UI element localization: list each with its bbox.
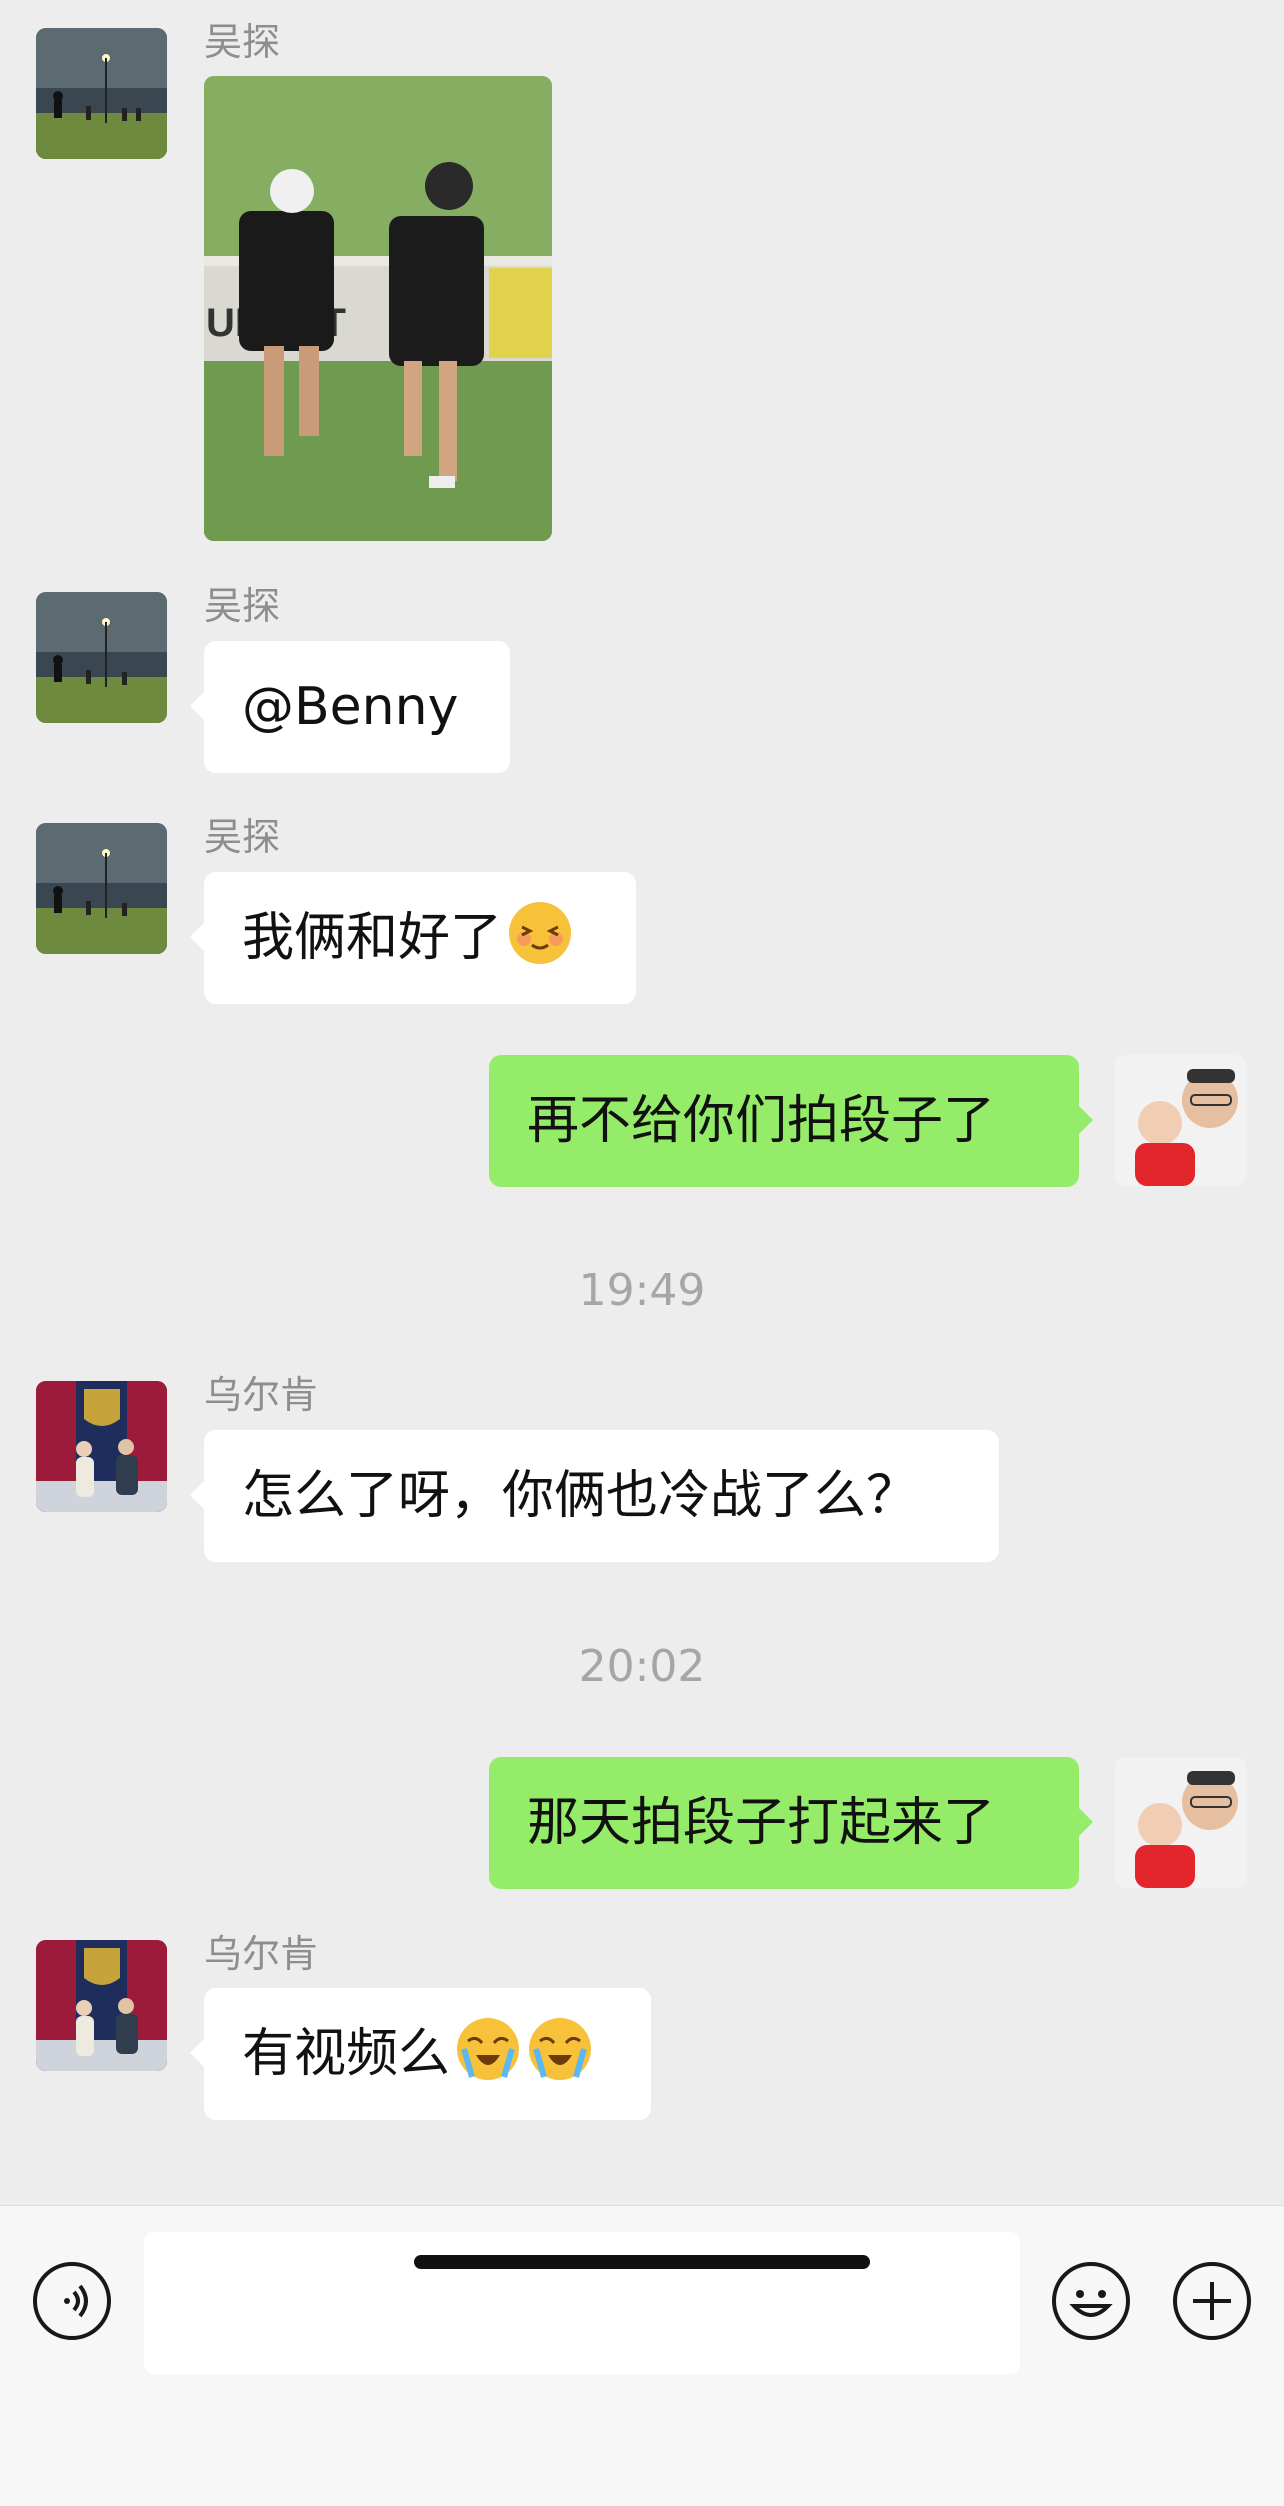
message-text: 有视频么 [242, 2024, 451, 2084]
timestamp: 20:02 [578, 1641, 706, 1692]
avatar-wutan[interactable] [36, 592, 167, 723]
emoji-picker-icon[interactable] [1052, 2262, 1130, 2340]
message-bubble[interactable]: 我俩和好了 [190, 872, 636, 1004]
own-message-bubble[interactable]: 再不给你们拍段子了 [489, 1055, 1093, 1187]
blushing-face-emoji-icon [506, 899, 574, 967]
sender-name: 吴探 [204, 815, 281, 859]
home-indicator[interactable] [414, 2255, 870, 2269]
sender-name: 乌尔肯 [204, 1932, 319, 1976]
loudly-crying-face-emoji-icon [454, 2015, 522, 2083]
message-input[interactable] [144, 2232, 1020, 2374]
message-text: 我俩和好了 [242, 908, 503, 968]
message-bubble[interactable]: 怎么了呀，你俩也冷战了么？ [190, 1430, 999, 1562]
timestamp: 19:49 [578, 1265, 706, 1316]
avatar-me[interactable] [1115, 1757, 1246, 1888]
sender-name: 吴探 [204, 20, 281, 64]
sender-name: 乌尔肯 [204, 1373, 319, 1417]
message-bubble[interactable]: @Benny [190, 641, 510, 773]
loudly-crying-face-emoji-icon [526, 2015, 594, 2083]
own-message-bubble[interactable]: 那天拍段子打起来了 [489, 1757, 1093, 1889]
voice-input-icon[interactable] [33, 2262, 111, 2340]
chat-input-bar [0, 2205, 1284, 2506]
message-bubble[interactable]: 有视频么 [190, 1988, 651, 2120]
avatar-wutan[interactable] [36, 823, 167, 954]
avatar-wutan[interactable] [36, 28, 167, 159]
avatar-wuerken[interactable] [36, 1940, 167, 2071]
chat-message-list[interactable]: 吴探 UNCNT [0, 0, 1284, 2205]
avatar-wuerken[interactable] [36, 1381, 167, 1512]
message-photo[interactable]: UNCNT [204, 76, 552, 541]
sender-name: 吴探 [204, 584, 281, 628]
avatar-me[interactable] [1115, 1055, 1246, 1186]
plus-more-icon[interactable] [1173, 2262, 1251, 2340]
